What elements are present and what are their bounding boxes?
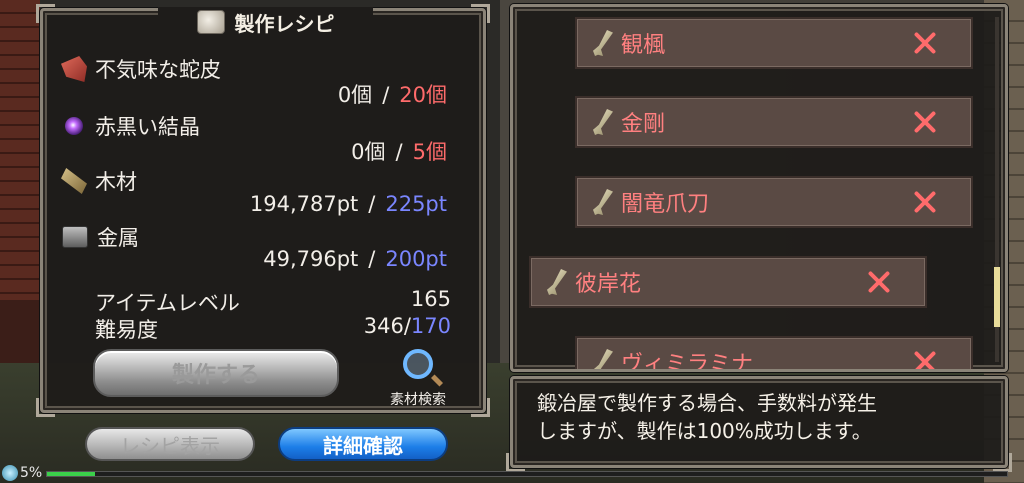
- detail-confirm-button[interactable]: 詳細確認: [278, 427, 448, 461]
- owned-count: 49,796pt: [263, 247, 359, 271]
- material-quantity: 0個 / 5個: [351, 136, 447, 166]
- separator: /: [368, 247, 376, 271]
- close-icon: [913, 110, 937, 134]
- magnifier-icon: [403, 349, 433, 379]
- metal-icon: [62, 226, 88, 248]
- recipe-list-item[interactable]: 金剛: [575, 96, 973, 148]
- close-icon: [867, 270, 891, 294]
- owned-count: 0個: [337, 83, 373, 107]
- message-line: 鍛冶屋で製作する場合、手数料が発生: [537, 391, 877, 415]
- material-quantity: 0個 / 20個: [338, 79, 447, 109]
- separator: /: [368, 192, 376, 216]
- snake-skin-icon: [61, 56, 87, 82]
- required-count: 200pt: [385, 247, 447, 271]
- material-search-label: 素材検索: [390, 392, 446, 408]
- difficulty-current: 346/: [363, 314, 411, 338]
- wood-icon: [61, 168, 87, 194]
- message-panel: 鍛冶屋で製作する場合、手数料が発生 しますが、製作は100%成功します。: [506, 376, 1012, 472]
- material-search-button[interactable]: 素材検索: [373, 349, 463, 409]
- recipe-name: 金剛: [621, 112, 666, 137]
- progress-fill: [47, 472, 95, 476]
- required-count: 5個: [412, 140, 447, 164]
- recipe-name: 彼岸花: [575, 272, 642, 297]
- recipe-list-item[interactable]: ヴィミラミナ: [575, 336, 973, 372]
- globe-icon: [2, 465, 18, 481]
- message-text: 鍛冶屋で製作する場合、手数料が発生 しますが、製作は100%成功します。: [537, 389, 985, 445]
- sword-icon: [593, 30, 613, 56]
- required-count: 225pt: [385, 192, 447, 216]
- material-name: 不気味な蛇皮: [95, 58, 221, 82]
- material-row: 金属: [61, 222, 139, 252]
- recipe-list-item-selected[interactable]: 彼岸花: [529, 256, 927, 308]
- panel-title: 製作レシピ: [158, 7, 373, 37]
- difficulty-value: 346/170: [364, 314, 451, 344]
- sword-icon: [547, 269, 567, 295]
- close-icon: [913, 31, 937, 55]
- crystal-icon: [65, 117, 83, 135]
- progress-bar: [46, 471, 1008, 477]
- difficulty-max: 170: [410, 314, 451, 338]
- brick-wall: [0, 0, 40, 300]
- recipe-panel: 製作レシピ 不気味な蛇皮 0個 / 20個 赤黒い結晶 0個 / 5個 木材 194,7…: [36, 4, 490, 417]
- recipe-name: 観楓: [621, 33, 666, 58]
- panel-corner: [36, 4, 55, 23]
- recipe-name: ヴィミラミナ: [621, 352, 754, 372]
- sword-icon: [593, 189, 613, 215]
- difficulty-row: 難易度 346/170: [95, 314, 451, 344]
- recipe-display-button[interactable]: レシピ表示: [85, 427, 255, 461]
- close-icon: [913, 190, 937, 214]
- panel-corner: [506, 453, 525, 472]
- panel-corner: [471, 398, 490, 417]
- close-icon: [913, 350, 937, 369]
- difficulty-label: 難易度: [95, 318, 158, 342]
- sword-icon: [593, 349, 613, 369]
- item-level-label: アイテムレベル: [95, 291, 240, 315]
- panel-corner: [471, 4, 490, 23]
- craft-button[interactable]: 製作する: [93, 349, 339, 397]
- material-quantity: 194,787pt / 225pt: [250, 192, 447, 216]
- material-row: 赤黒い結晶: [61, 111, 200, 141]
- scrollbar-thumb[interactable]: [994, 267, 1000, 327]
- panel-corner: [36, 398, 55, 417]
- sword-icon: [593, 109, 613, 135]
- material-row: 木材: [61, 166, 137, 196]
- scrollbar[interactable]: [994, 17, 1000, 362]
- owned-count: 0個: [351, 140, 386, 164]
- message-line: しますが、製作は100%成功します。: [537, 419, 872, 443]
- owned-count: 194,787pt: [249, 192, 359, 216]
- material-name: 赤黒い結晶: [95, 115, 200, 139]
- status-percent: 5%: [20, 465, 43, 481]
- material-quantity: 49,796pt / 200pt: [263, 247, 447, 271]
- recipe-list-panel: 観楓 金剛 闇竜爪刀 彼岸花 ヴィミラミナ: [510, 4, 1008, 372]
- panel-corner: [993, 453, 1012, 472]
- material-name: 金属: [97, 226, 139, 250]
- material-row: 不気味な蛇皮: [61, 54, 221, 84]
- required-count: 20個: [399, 83, 447, 107]
- panel-title-text: 製作レシピ: [234, 11, 335, 36]
- separator: /: [382, 83, 390, 107]
- recipe-list-item[interactable]: 観楓: [575, 17, 973, 69]
- recipe-scroll-icon: [196, 10, 225, 34]
- separator: /: [395, 140, 403, 164]
- recipe-list-item[interactable]: 闇竜爪刀: [575, 176, 973, 228]
- material-name: 木材: [95, 170, 137, 194]
- item-level-row: アイテムレベル 165: [95, 287, 451, 317]
- status-indicator: 5%: [2, 465, 42, 481]
- recipe-name: 闇竜爪刀: [621, 192, 710, 217]
- item-level-value: 165: [410, 287, 451, 311]
